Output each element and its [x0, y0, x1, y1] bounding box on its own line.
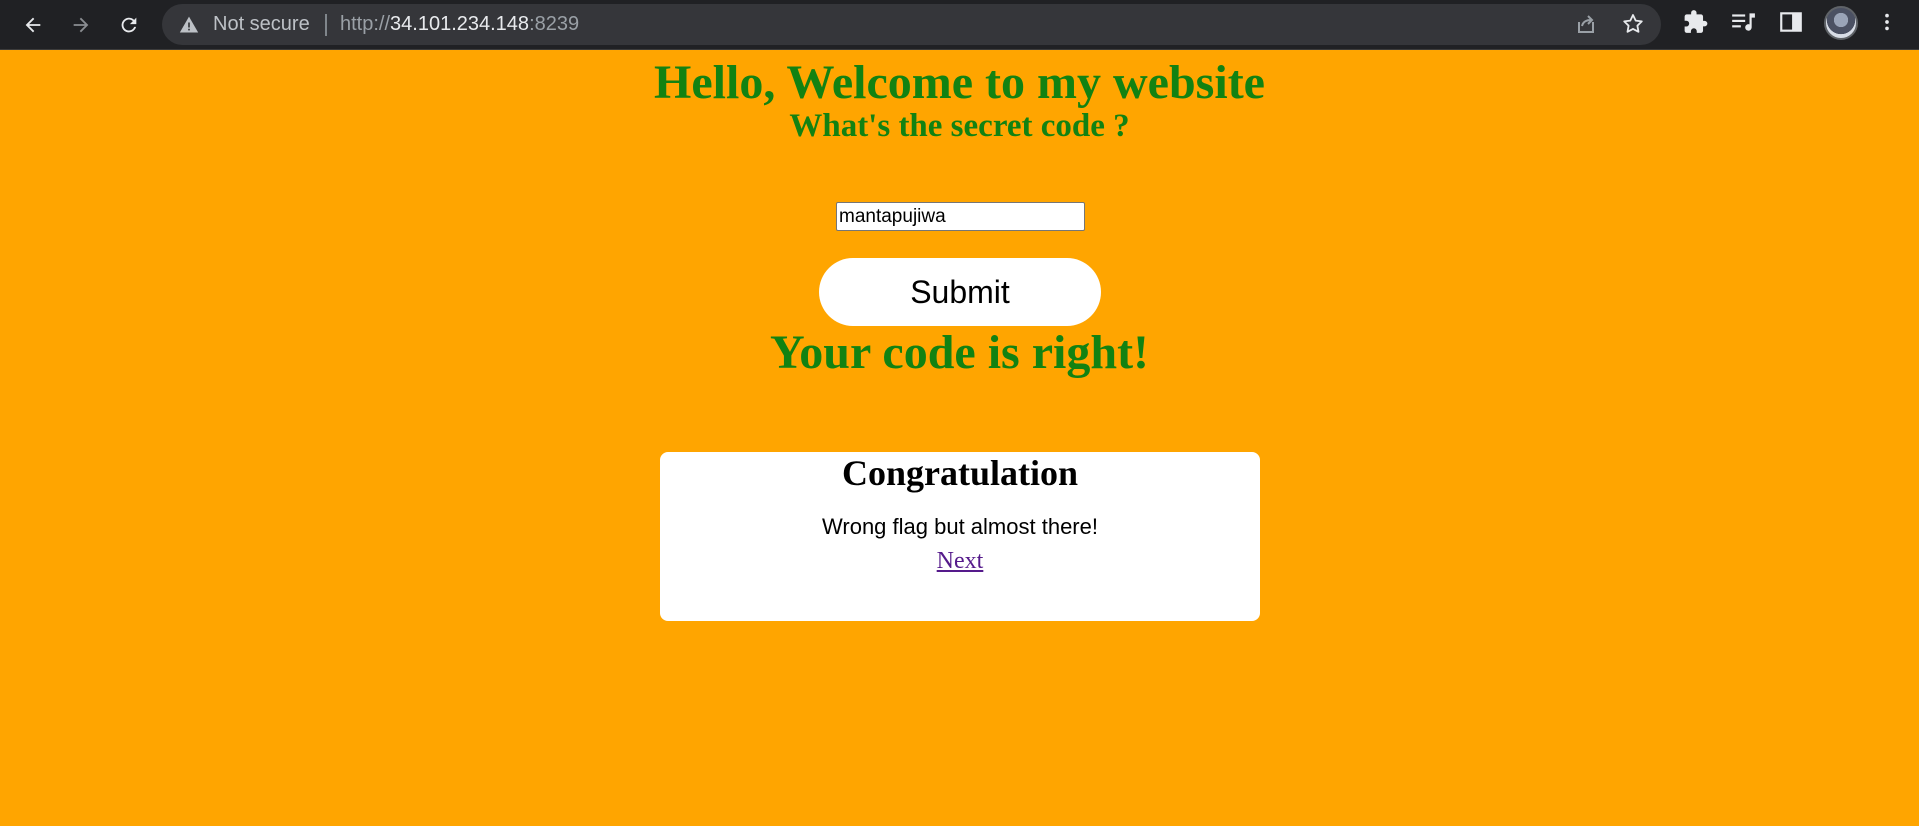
reload-icon [121, 17, 137, 33]
back-icon [25, 17, 41, 33]
share-icon[interactable] [1574, 12, 1598, 36]
security-label[interactable]: Not secure [213, 4, 310, 45]
browser-toolbar: Not secure http://34.101.234.148:8239 [0, 0, 1919, 50]
page-content: Hello, Welcome to my website What's the … [0, 50, 1919, 826]
url-port: :8239 [529, 13, 580, 35]
forward-button[interactable] [63, 7, 99, 43]
url-host: 34.101.234.148 [390, 13, 530, 35]
side-panel-icon[interactable] [1778, 9, 1804, 35]
address-bar[interactable]: Not secure http://34.101.234.148:8239 [162, 4, 1661, 45]
page-subtitle: What's the secret code ? [789, 108, 1130, 144]
avatar[interactable] [1824, 6, 1858, 40]
card-link-wrapper: Next [660, 546, 1260, 576]
congratulation-card: Congratulation Wrong flag but almost the… [660, 452, 1260, 621]
menu-icon[interactable] [1876, 9, 1898, 35]
secret-code-input[interactable] [836, 202, 1085, 231]
warning-icon [179, 16, 199, 33]
card-title: Congratulation [841, 453, 1079, 493]
card-message: Wrong flag but almost there! [822, 514, 1098, 539]
url-text[interactable]: http://34.101.234.148:8239 [340, 4, 579, 45]
result-message: Your code is right! [769, 326, 1150, 379]
bookmark-star-icon[interactable] [1621, 12, 1645, 36]
extensions-icon[interactable] [1683, 9, 1709, 35]
submit-button[interactable]: Submit [819, 258, 1101, 326]
reload-button[interactable] [111, 7, 147, 43]
forward-icon [73, 17, 89, 33]
next-link[interactable]: Next [937, 548, 984, 574]
page-title: Hello, Welcome to my website [654, 56, 1265, 109]
url-scheme: http:// [340, 13, 391, 35]
address-separator [325, 14, 327, 36]
media-queue-icon[interactable] [1730, 9, 1756, 35]
back-button[interactable] [15, 7, 51, 43]
